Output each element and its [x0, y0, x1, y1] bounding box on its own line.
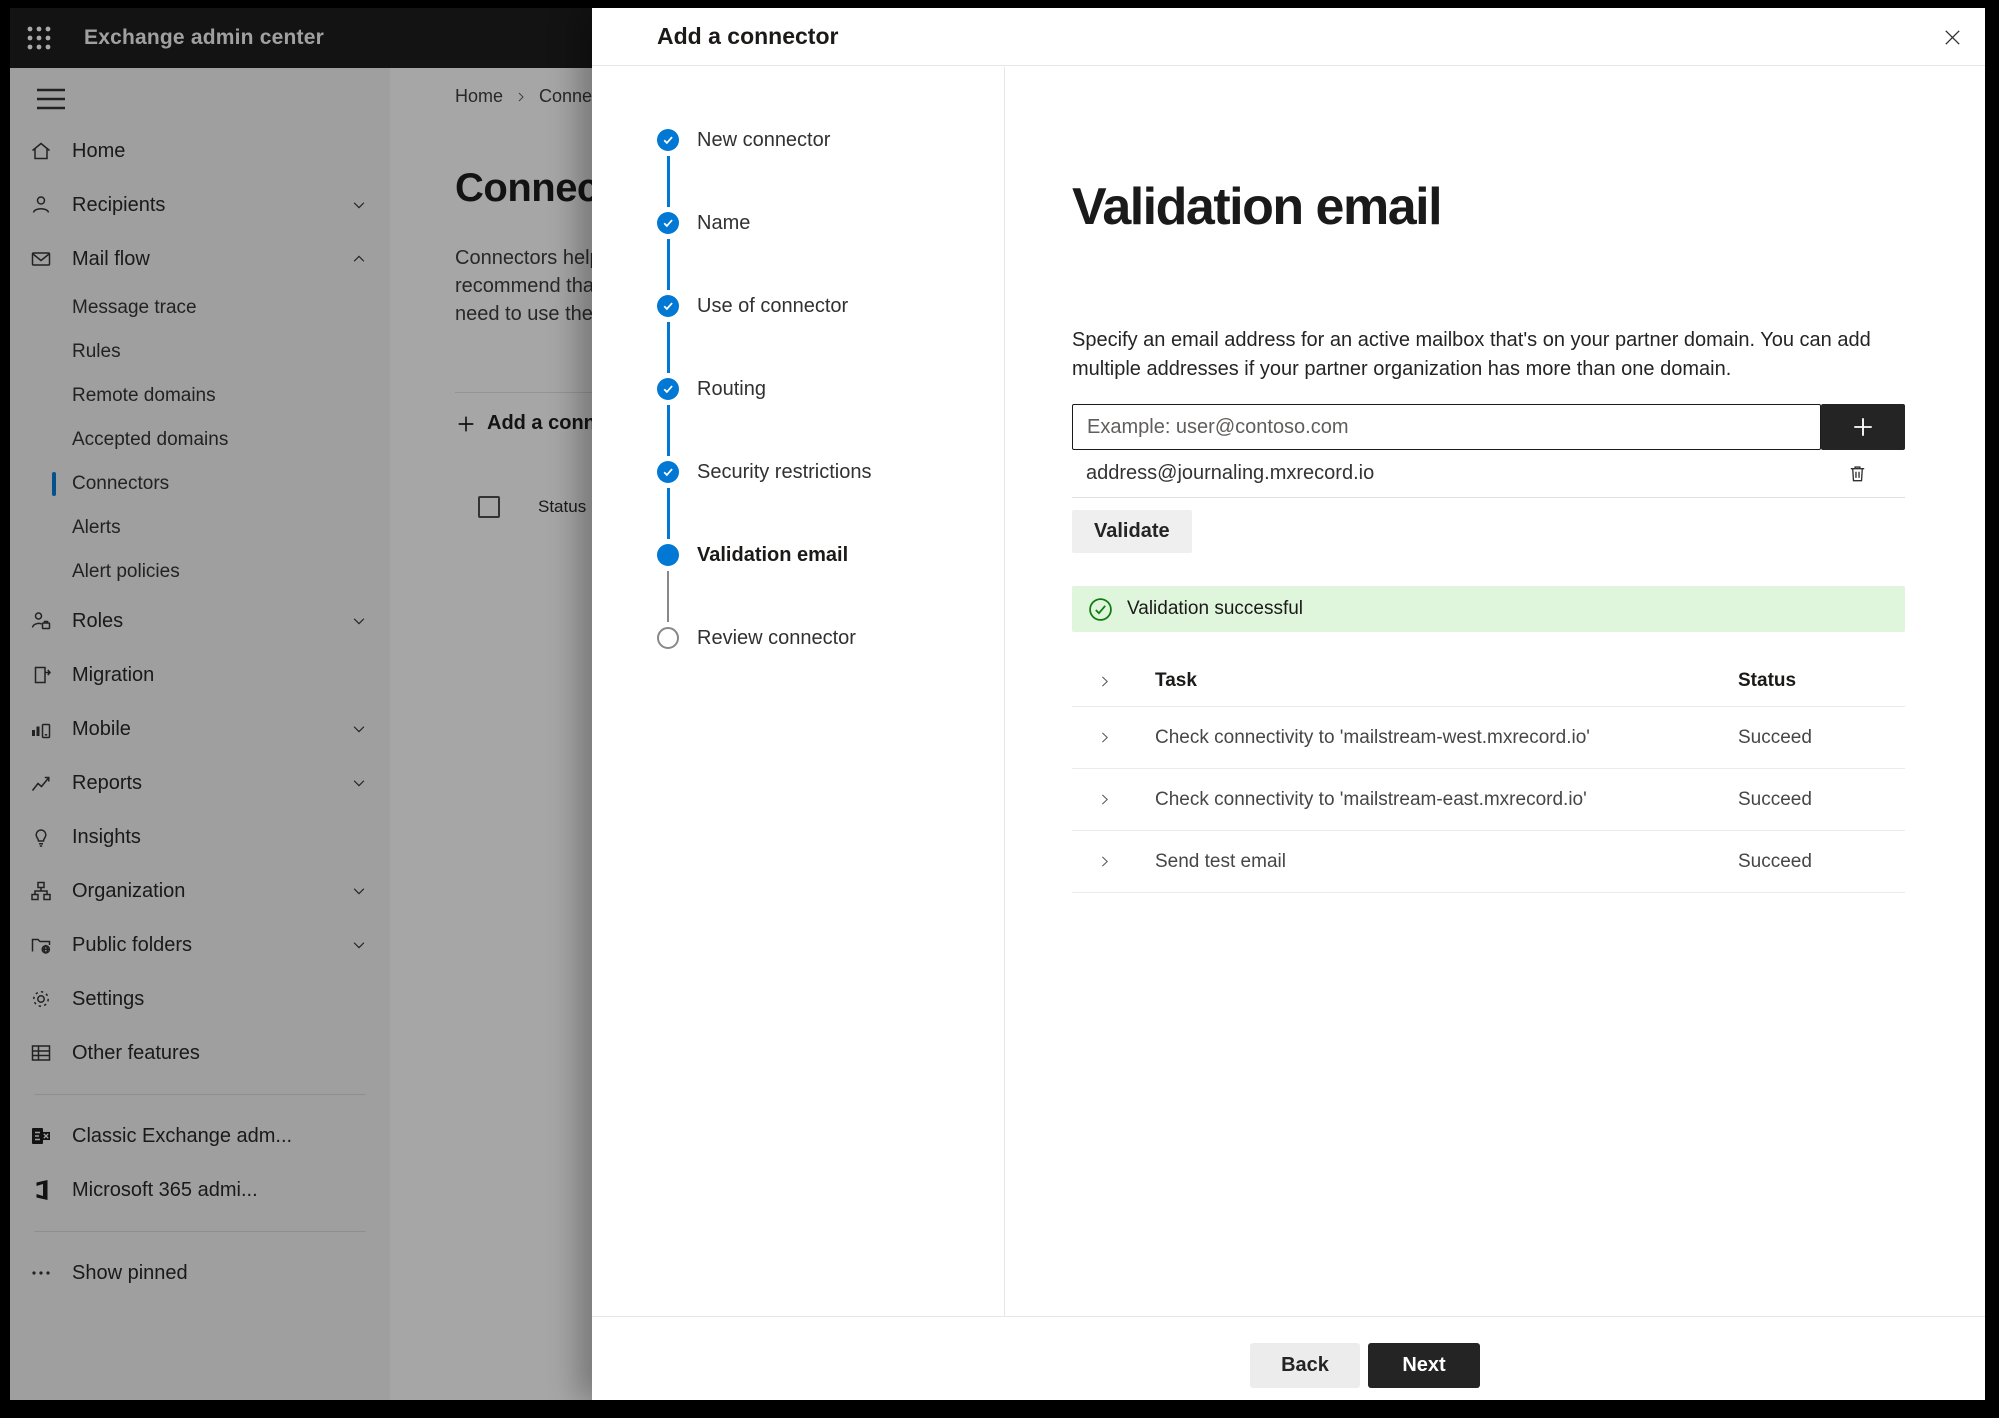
step-todo-icon: [657, 627, 679, 649]
back-button[interactable]: Back: [1250, 1343, 1360, 1388]
step-label: Review connector: [697, 627, 856, 649]
table-header-row: Task Status: [1072, 656, 1905, 707]
chevron-right-icon: [1101, 794, 1109, 805]
step-label: Routing: [697, 378, 766, 400]
add-connector-panel: Add a connector New connector Name Use o…: [592, 8, 1985, 1400]
step-label: Validation email: [697, 544, 849, 566]
step-review-connector[interactable]: Review connector: [657, 627, 1004, 710]
status-cell: Succeed: [1738, 788, 1812, 810]
task-cell: Check connectivity to 'mailstream-west.m…: [1155, 726, 1590, 748]
status-column-header: Status: [1738, 670, 1797, 691]
added-address: address@journaling.mxrecord.io: [1086, 462, 1375, 484]
expand-row-button[interactable]: [1072, 791, 1155, 808]
app-window: Exchange admin center Home Recipients Ma…: [10, 8, 1985, 1400]
status-cell: Succeed: [1738, 850, 1812, 872]
chevron-right-icon: [1101, 732, 1109, 743]
step-heading: Validation email: [1072, 178, 1443, 236]
task-column-header: Task: [1155, 670, 1197, 691]
step-label: New connector: [697, 129, 831, 151]
table-row: Send test email Succeed: [1072, 831, 1905, 893]
success-message: Validation successful: [1127, 598, 1304, 619]
close-button[interactable]: [1939, 24, 1965, 50]
validation-task-table: Task Status Check connectivity to 'mails…: [1072, 656, 1905, 893]
step-current-icon: [657, 544, 679, 566]
step-label: Name: [697, 212, 751, 234]
validate-button[interactable]: Validate: [1072, 510, 1192, 553]
added-address-row: address@journaling.mxrecord.io: [1072, 450, 1905, 498]
status-cell: Succeed: [1738, 726, 1812, 748]
step-done-icon: [657, 295, 679, 317]
step-name[interactable]: Name: [657, 212, 1004, 295]
step-new-connector[interactable]: New connector: [657, 129, 1004, 212]
task-cell: Check connectivity to 'mailstream-east.m…: [1155, 788, 1587, 810]
panel-title: Add a connector: [657, 23, 839, 49]
trash-icon: [1850, 466, 1865, 482]
expand-row-button[interactable]: [1072, 853, 1155, 870]
next-button[interactable]: Next: [1368, 1343, 1480, 1388]
delete-address-button[interactable]: [1846, 462, 1869, 485]
expand-row-button[interactable]: [1072, 729, 1155, 746]
add-email-button[interactable]: [1821, 404, 1905, 450]
step-label: Use of connector: [697, 295, 849, 317]
step-validation-email[interactable]: Validation email: [657, 544, 1004, 627]
task-cell: Send test email: [1155, 850, 1286, 872]
panel-footer: Back Next: [592, 1316, 1985, 1400]
modal-dim-overlay: [10, 8, 592, 1400]
step-content: Validation email Specify an email addres…: [1005, 67, 1985, 1316]
plus-icon: [1854, 418, 1872, 436]
step-description: Specify an email address for an active m…: [1072, 329, 1871, 380]
success-check-icon: [1089, 597, 1112, 621]
wizard-steps: New connector Name Use of connector Rout…: [592, 67, 1005, 1316]
step-done-icon: [657, 461, 679, 483]
table-row: Check connectivity to 'mailstream-east.m…: [1072, 769, 1905, 831]
close-icon: [1944, 29, 1960, 45]
email-input[interactable]: [1072, 404, 1821, 450]
chevron-right-icon: [1101, 675, 1109, 687]
email-entry-row: [1072, 404, 1905, 450]
step-done-icon: [657, 129, 679, 151]
validation-success-banner: Validation successful: [1072, 586, 1905, 632]
table-row: Check connectivity to 'mailstream-west.m…: [1072, 707, 1905, 769]
step-use-of-connector[interactable]: Use of connector: [657, 295, 1004, 378]
step-done-icon: [657, 378, 679, 400]
step-label: Security restrictions: [697, 461, 872, 483]
step-done-icon: [657, 212, 679, 234]
expand-all-button[interactable]: [1072, 673, 1155, 690]
chevron-right-icon: [1101, 856, 1109, 867]
step-security-restrictions[interactable]: Security restrictions: [657, 461, 1004, 544]
step-routing[interactable]: Routing: [657, 378, 1004, 461]
panel-header: Add a connector: [592, 8, 1985, 66]
